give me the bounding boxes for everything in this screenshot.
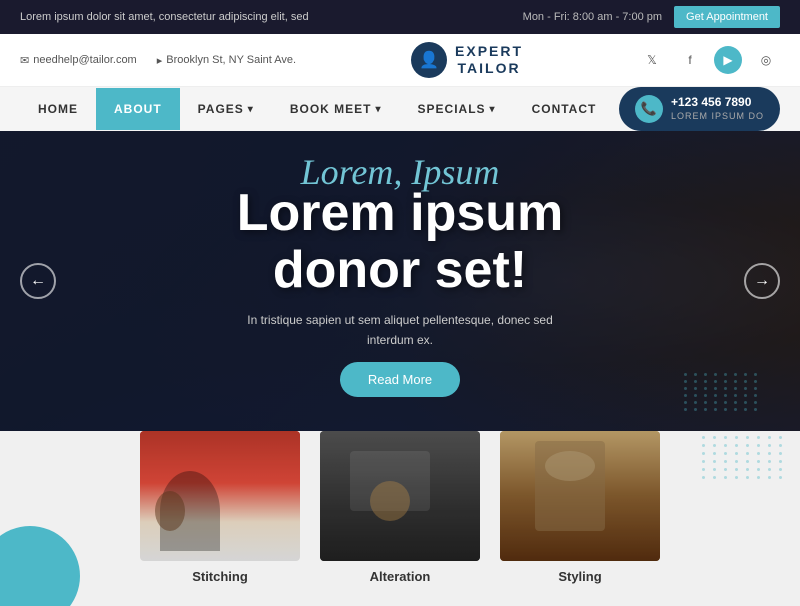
stitching-image xyxy=(140,431,300,561)
navigation: HOME ABOUT PAGES ▾ BOOK MEET ▾ SPECIALS … xyxy=(0,87,800,131)
email-address: needhelp@tailor.com xyxy=(33,54,137,66)
phone-subtitle: Lorem Ipsum do xyxy=(671,111,764,123)
phone-icon: 📞 xyxy=(635,95,663,123)
location-info: ▸ Brooklyn St, NY Saint Ave. xyxy=(157,54,296,67)
logo-expert: EXPERT xyxy=(455,43,523,60)
service-cards: Stitching Alteration Styling xyxy=(0,431,800,584)
read-more-button[interactable]: Read More xyxy=(340,362,460,397)
alteration-image xyxy=(320,431,480,561)
nav-about[interactable]: ABOUT xyxy=(96,88,180,130)
twitter-icon[interactable]: 𝕏 xyxy=(638,46,666,74)
specials-arrow: ▾ xyxy=(490,104,496,115)
card-alteration: Alteration xyxy=(320,431,480,584)
email-icon: ✉ xyxy=(20,54,29,67)
top-bar-notice: Lorem ipsum dolor sit amet, consectetur … xyxy=(20,11,309,23)
nav-contact[interactable]: CONTACT xyxy=(514,88,615,130)
stitching-label: Stitching xyxy=(192,569,248,584)
logo-tailor: TAILOR xyxy=(455,60,523,77)
top-bar-right: Mon - Fri: 8:00 am - 7:00 pm Get Appoint… xyxy=(523,6,780,28)
services-section: (function(){ var g = document.currentScr… xyxy=(0,431,800,606)
alteration-label: Alteration xyxy=(370,569,431,584)
location-icon: ▸ xyxy=(157,54,163,67)
card-styling: Styling xyxy=(500,431,660,584)
social-links: 𝕏 f ▶ ◎ xyxy=(638,46,780,74)
header-contact-info: ✉ needhelp@tailor.com ▸ Brooklyn St, NY … xyxy=(20,54,296,67)
nav-home[interactable]: HOME xyxy=(20,88,96,130)
logo: 👤 EXPERT TAILOR xyxy=(411,42,523,78)
nav-book-meet[interactable]: BOOK MEET ▾ xyxy=(272,88,400,130)
hero-script-text: Lorem, Ipsum xyxy=(170,151,630,193)
hero-content: Lorem, Ipsum Lorem ipsum donor set! In t… xyxy=(170,151,630,397)
nav-specials[interactable]: SPECIALS ▾ xyxy=(400,88,514,130)
nav-pages[interactable]: PAGES ▾ xyxy=(180,88,272,130)
email-info: ✉ needhelp@tailor.com xyxy=(20,54,137,67)
get-appointment-button[interactable]: Get Appointment xyxy=(674,6,780,28)
top-bar: Lorem ipsum dolor sit amet, consectetur … xyxy=(0,0,800,34)
instagram-icon[interactable]: ◎ xyxy=(752,46,780,74)
hero-dot-decoration: (function(){ var g = document.currentScr… xyxy=(684,373,760,411)
styling-label: Styling xyxy=(558,569,601,584)
youtube-icon[interactable]: ▶ xyxy=(714,46,742,74)
hero-section: Lorem, Ipsum Lorem ipsum donor set! In t… xyxy=(0,131,800,431)
header: ✉ needhelp@tailor.com ▸ Brooklyn St, NY … xyxy=(0,34,800,87)
phone-number: +123 456 7890 xyxy=(671,95,764,111)
business-hours: Mon - Fri: 8:00 am - 7:00 pm xyxy=(523,11,662,23)
hero-title: Lorem ipsum donor set! xyxy=(170,185,630,299)
pages-arrow: ▾ xyxy=(248,104,254,115)
logo-icon: 👤 xyxy=(411,42,447,78)
styling-image xyxy=(500,431,660,561)
hero-next-button[interactable]: → xyxy=(744,263,780,299)
phone-info: +123 456 7890 Lorem Ipsum do xyxy=(671,95,764,122)
hero-prev-button[interactable]: ← xyxy=(20,263,56,299)
location-address: Brooklyn St, NY Saint Ave. xyxy=(166,54,296,66)
facebook-icon[interactable]: f xyxy=(676,46,704,74)
logo-text: EXPERT TAILOR xyxy=(455,43,523,77)
book-arrow: ▾ xyxy=(376,104,382,115)
card-stitching: Stitching xyxy=(140,431,300,584)
phone-badge: 📞 +123 456 7890 Lorem Ipsum do xyxy=(619,87,780,131)
hero-description: In tristique sapien ut sem aliquet pelle… xyxy=(240,311,560,349)
